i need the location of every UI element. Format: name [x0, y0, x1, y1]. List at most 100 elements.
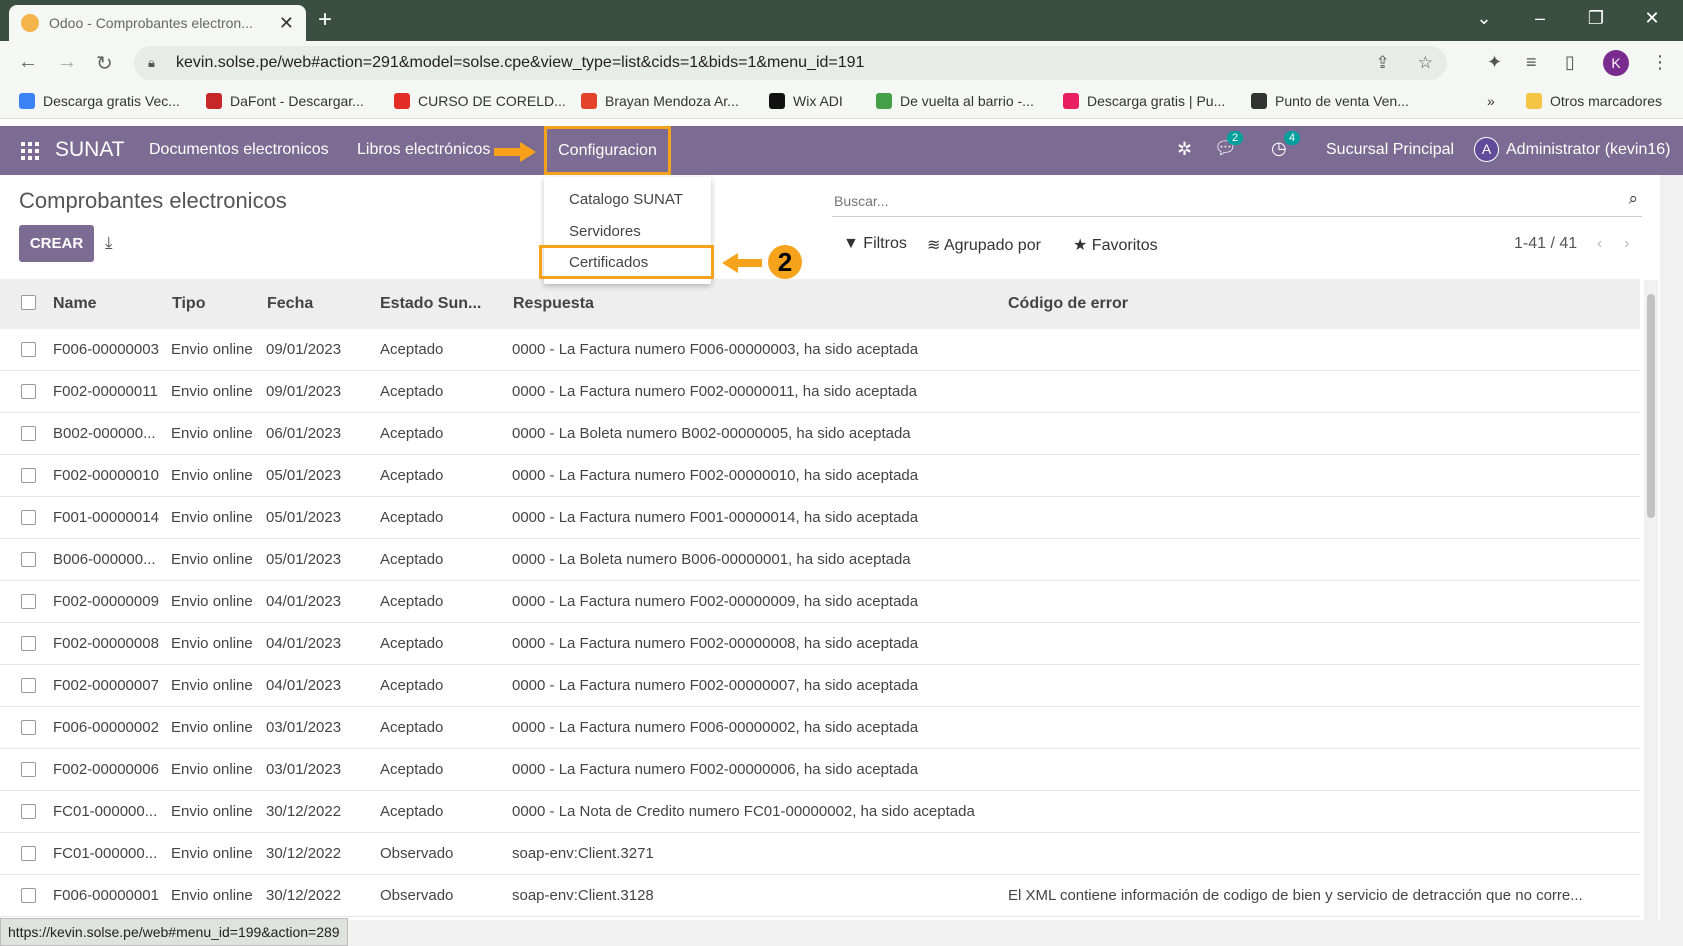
menu-libros-electronicos[interactable]: Libros electrónicos [357, 141, 490, 159]
apps-menu-icon[interactable] [21, 142, 39, 160]
table-row[interactable]: B006-000000... Envio online 05/01/2023 Acep… [0, 539, 1640, 581]
scrollbar-thumb[interactable] [1647, 294, 1655, 518]
row-checkbox[interactable] [21, 510, 36, 525]
bookmark-item[interactable]: DaFont - Descargar... [206, 93, 364, 109]
new-tab-button[interactable]: + [318, 6, 332, 34]
row-checkbox[interactable] [21, 468, 36, 483]
cell-tipo: Envio online [171, 383, 253, 400]
select-all-checkbox[interactable] [21, 295, 36, 310]
tab-search-icon[interactable]: ⌄ [1456, 0, 1512, 38]
user-menu[interactable]: Administrator (kevin16) [1506, 141, 1671, 159]
back-arrow-icon[interactable]: ← [18, 51, 38, 74]
row-checkbox[interactable] [21, 384, 36, 399]
table-row[interactable]: F006-00000001 Envio online 30/12/2022 Obser… [0, 875, 1640, 917]
browser-menu-icon[interactable]: ⋮ [1651, 52, 1669, 73]
bookmark-star-icon[interactable]: ☆ [1418, 53, 1433, 73]
messages-icon[interactable]: 💬︎ 2 [1214, 131, 1244, 159]
row-checkbox[interactable] [21, 846, 36, 861]
menu-configuracion[interactable]: Configuracion [544, 126, 671, 175]
row-checkbox[interactable] [21, 804, 36, 819]
reading-list-icon[interactable]: ≡ [1526, 52, 1537, 73]
bookmark-item[interactable]: De vuelta al barrio -... [876, 93, 1034, 109]
forward-arrow-icon[interactable]: → [57, 51, 77, 74]
table-row[interactable]: F006-00000003 Envio online 09/01/2023 Acept… [0, 329, 1640, 371]
list-scrollbar[interactable] [1644, 280, 1658, 920]
row-checkbox[interactable] [21, 426, 36, 441]
minimize-icon[interactable]: – [1512, 0, 1568, 38]
table-row[interactable]: FC01-000000... Envio online 30/12/2022 Obse… [0, 833, 1640, 875]
branch-selector[interactable]: Sucursal Principal [1326, 141, 1454, 159]
profile-avatar[interactable]: K [1603, 50, 1629, 76]
menu-documentos-electronicos[interactable]: Documentos electronicos [149, 141, 329, 159]
bookmark-item[interactable]: Punto de venta Ven... [1251, 93, 1409, 109]
row-checkbox[interactable] [21, 888, 36, 903]
activities-clock-icon[interactable]: ◷ 4 [1271, 131, 1301, 159]
user-avatar[interactable]: A [1474, 137, 1499, 162]
app-brand[interactable]: SUNAT [55, 138, 125, 162]
page-scrollbar[interactable] [1660, 175, 1683, 946]
column-header-respuesta[interactable]: Respuesta [513, 295, 594, 313]
cell-name: F002-00000007 [53, 677, 159, 694]
bookmark-item[interactable]: Brayan Mendoza Ar... [581, 93, 739, 109]
filters-button[interactable]: ▼ Filtros [843, 235, 907, 253]
cell-tipo: Envio online [171, 845, 253, 862]
download-icon[interactable]: ⤓ [105, 233, 113, 253]
row-checkbox[interactable] [21, 636, 36, 651]
row-checkbox[interactable] [21, 762, 36, 777]
table-row[interactable]: F002-00000009 Envio online 04/01/2023 Acept… [0, 581, 1640, 623]
table-row[interactable]: F002-00000006 Envio online 03/01/2023 Acept… [0, 749, 1640, 791]
table-row[interactable]: F006-00000002 Envio online 03/01/2023 Acept… [0, 707, 1640, 749]
bookmark-item[interactable]: Descarga gratis | Pu... [1063, 93, 1225, 109]
column-header-tipo[interactable]: Tipo [172, 295, 205, 313]
table-row[interactable]: F002-00000010 Envio online 05/01/2023 Acept… [0, 455, 1640, 497]
pager-value[interactable]: 1-41 / 41 [1514, 235, 1577, 253]
cell-fecha: 04/01/2023 [266, 593, 342, 610]
row-checkbox[interactable] [21, 678, 36, 693]
column-header-estado[interactable]: Estado Sun... [380, 295, 481, 313]
favorites-button[interactable]: ★ Favoritos [1073, 235, 1158, 255]
close-window-icon[interactable]: ✕ [1624, 0, 1680, 38]
table-row[interactable]: F002-00000011 Envio online 09/01/2023 Acept… [0, 371, 1640, 413]
tab-close-icon[interactable]: ✕ [279, 13, 294, 34]
pager-next-icon[interactable]: › [1624, 235, 1629, 253]
row-checkbox[interactable] [21, 342, 36, 357]
table-row[interactable]: B002-000000... Envio online 06/01/2023 Acep… [0, 413, 1640, 455]
list-header: Name Tipo Fecha Estado Sun... Respuesta … [0, 279, 1640, 329]
table-row[interactable]: F002-00000007 Envio online 04/01/2023 Acept… [0, 665, 1640, 707]
share-icon[interactable]: ⇪ [1376, 53, 1390, 73]
dropdown-item-servidores[interactable]: Servidores [569, 223, 641, 240]
bookmark-item[interactable]: Descarga gratis Vec... [19, 93, 180, 109]
debug-bug-icon[interactable]: ✲ [1177, 139, 1192, 160]
column-header-codigo-error[interactable]: Código de error [1008, 295, 1128, 313]
cell-fecha: 30/12/2022 [266, 845, 342, 862]
table-row[interactable]: FC01-000000... Envio online 30/12/2022 Acep… [0, 791, 1640, 833]
create-button[interactable]: CREAR [19, 225, 94, 262]
restore-icon[interactable]: ❐ [1568, 0, 1624, 38]
cell-tipo: Envio online [171, 425, 253, 442]
bookmark-item[interactable]: CURSO DE CORELD... [394, 93, 566, 109]
search-input[interactable] [832, 185, 1642, 216]
bookmarks-more-button[interactable]: » [1487, 93, 1495, 109]
reload-icon[interactable]: ↻ [96, 51, 113, 76]
other-bookmarks-folder[interactable]: Otros marcadores [1526, 93, 1662, 109]
group-by-button[interactable]: ≋ Agrupado por [927, 235, 1041, 255]
column-header-fecha[interactable]: Fecha [267, 295, 313, 313]
table-row[interactable]: F002-00000008 Envio online 04/01/2023 Acept… [0, 623, 1640, 665]
search-icon[interactable]: ⌕ [1628, 189, 1638, 209]
bookmark-item[interactable]: Wix ADI [769, 93, 843, 109]
pager-previous-icon[interactable]: ‹ [1597, 235, 1602, 253]
row-checkbox[interactable] [21, 552, 36, 567]
address-bar[interactable]: 🔒︎ kevin.solse.pe/web#action=291&model=s… [134, 46, 1447, 80]
row-checkbox[interactable] [21, 720, 36, 735]
address-url[interactable]: kevin.solse.pe/web#action=291&model=sols… [176, 54, 1362, 72]
row-checkbox[interactable] [21, 594, 36, 609]
browser-tab[interactable]: Odoo - Comprobantes electron... ✕ [9, 5, 306, 41]
cell-respuesta: 0000 - La Factura numero F002-00000008, … [512, 635, 919, 652]
side-panel-icon[interactable]: ▯ [1565, 52, 1575, 73]
extensions-icon[interactable]: ✦ [1487, 52, 1502, 73]
cell-estado: Aceptado [380, 803, 444, 820]
table-row[interactable]: F001-00000014 Envio online 05/01/2023 Acept… [0, 497, 1640, 539]
column-header-name[interactable]: Name [53, 295, 97, 313]
dropdown-item-catalogo-sunat[interactable]: Catalogo SUNAT [569, 191, 683, 208]
bookmark-favicon-icon [1063, 93, 1079, 109]
